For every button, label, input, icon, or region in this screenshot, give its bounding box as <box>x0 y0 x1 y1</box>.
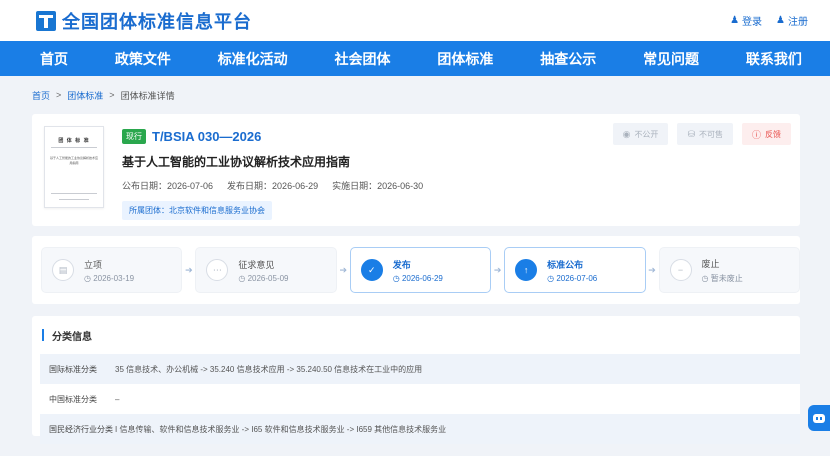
standard-code: T/BSIA 030—2026 <box>152 129 262 144</box>
release-date: 发布日期：2026-06-29 <box>227 181 319 191</box>
breadcrumb: 首页 > 团体标准 > 团体标准详情 <box>0 76 830 114</box>
row-value: I 信息传输、软件和信息技术服务业 -> I65 软件和信息技术服务业 -> I… <box>115 424 447 434</box>
breadcrumb-standards[interactable]: 团体标准 <box>67 89 103 102</box>
comment-icon: ⋯ <box>206 259 229 281</box>
step-date: ◷ 2026-06-29 <box>392 273 443 283</box>
step-name: 立项 <box>84 259 103 270</box>
user-links: ♟ 登录 ♟ 注册 <box>716 13 808 28</box>
assistant-float-button[interactable] <box>808 405 830 431</box>
nav-home[interactable]: 首页 <box>40 49 68 69</box>
step-release: ✓ 发布 ◷ 2026-06-29 <box>349 247 492 293</box>
step-date: ◷ 暂未废止 <box>701 273 743 283</box>
step-comments: ⋯ 征求意见 ◷ 2026-05-09 <box>195 247 337 293</box>
robot-icon <box>813 413 825 423</box>
arrow-right-icon: ➔ <box>185 264 193 275</box>
step-abolish: − 废止 ◷ 暂未废止 <box>658 247 800 293</box>
org-tag[interactable]: 所属团体：北京软件和信息服务业协会 <box>122 201 272 220</box>
title-accent-bar <box>42 329 44 341</box>
arrow-right-icon: ➔ <box>339 264 348 275</box>
nav-policy[interactable]: 政策文件 <box>115 49 171 69</box>
main-nav: 首页 政策文件 标准化活动 社会团体 团体标准 抽查公示 常见问题 联系我们 <box>0 41 830 76</box>
step-name: 标准公布 <box>547 259 584 270</box>
standard-info: 现行 T/BSIA 030—2026 基于人工智能的工业协议解析技术应用指南 公… <box>122 129 437 220</box>
cart-icon: ⛁ <box>687 128 695 139</box>
step-name: 征求意见 <box>238 259 275 270</box>
nav-standards[interactable]: 团体标准 <box>437 49 493 69</box>
document-thumbnail[interactable]: 团 体 标 准 基于人工智能的工业协议解析技术应用指南 <box>44 126 104 208</box>
logo-icon[interactable] <box>36 10 56 31</box>
step-date: ◷ 2026-07-06 <box>547 273 598 283</box>
not-for-sale-button[interactable]: ⛁ 不可售 <box>677 123 733 145</box>
row-label: 国民经济行业分类 <box>49 424 113 434</box>
process-card: ▤ 立项 ◷ 2026-03-19 ➔ ⋯ 征求意见 ◷ 2026-05-09 … <box>32 236 800 304</box>
doc-icon: ▤ <box>52 259 74 281</box>
status-row: 现行 T/BSIA 030—2026 <box>122 129 437 144</box>
step-date: ◷ 2026-03-19 <box>84 273 135 283</box>
upload-icon: ↑ <box>515 259 538 281</box>
arrow-right-icon: ➔ <box>493 264 502 275</box>
section-title: 分类信息 <box>32 316 800 354</box>
not-for-sale-label: 不可售 <box>698 129 723 139</box>
classification-row-industry: 国民经济行业分类 I 信息传输、软件和信息技术服务业 -> I65 软件和信息技… <box>40 414 800 444</box>
thumb-name: 基于人工智能的工业协议解析技术应用指南 <box>49 156 98 165</box>
feedback-label: 反馈 <box>765 129 781 139</box>
standard-title: 基于人工智能的工业协议解析技术应用指南 <box>122 155 351 169</box>
nav-activities[interactable]: 标准化活动 <box>218 49 288 69</box>
breadcrumb-sep: > <box>56 90 62 100</box>
standard-header-card: 团 体 标 准 基于人工智能的工业协议解析技术应用指南 现行 T/BSIA 03… <box>32 114 800 226</box>
site-title[interactable]: 全国团体标准信息平台 <box>62 8 252 34</box>
classification-row-ccs: 中国标准分类 – <box>40 384 800 414</box>
implement-date: 实施日期：2026-06-30 <box>332 181 424 191</box>
feedback-button[interactable]: ⓘ 反馈 <box>741 123 791 145</box>
nav-inspection[interactable]: 抽查公示 <box>540 49 596 69</box>
arrow-right-icon: ➔ <box>648 264 656 275</box>
header-actions: ◉ 不公开 ⛁ 不可售 ⓘ 反馈 <box>612 123 800 145</box>
thumb-line <box>51 193 97 194</box>
thumb-line <box>51 147 97 148</box>
status-badge: 现行 <box>122 129 146 144</box>
login-link[interactable]: ♟ 登录 <box>730 13 762 28</box>
step-publish: ↑ 标准公布 ◷ 2026-07-06 <box>504 247 646 293</box>
minus-icon: − <box>669 259 692 281</box>
standard-dates: 公布日期：2026-07-06 发布日期：2026-06-29 实施日期：202… <box>122 179 437 192</box>
check-icon: ✓ <box>360 259 383 281</box>
user-outline-icon: ♟ <box>730 15 740 26</box>
row-value: – <box>115 394 120 404</box>
info-icon: ⓘ <box>751 129 761 140</box>
breadcrumb-current: 团体标准详情 <box>120 90 175 101</box>
publish-date: 公布日期：2026-07-06 <box>122 181 214 191</box>
private-button[interactable]: ◉ 不公开 <box>612 123 669 145</box>
step-name: 废止 <box>701 258 720 269</box>
nav-organizations[interactable]: 社会团体 <box>335 49 391 69</box>
private-label: 不公开 <box>634 129 659 139</box>
step-date: ◷ 2026-05-09 <box>238 273 289 283</box>
login-label: 登录 <box>742 17 763 28</box>
breadcrumb-sep: > <box>109 90 115 100</box>
row-value: 35 信息技术、办公机械 -> 35.240 信息技术应用 -> 35.240.… <box>115 364 423 374</box>
register-link[interactable]: ♟ 注册 <box>776 13 808 28</box>
nav-contact[interactable]: 联系我们 <box>746 49 802 69</box>
user-filled-icon: ♟ <box>776 15 785 26</box>
classification-card: 分类信息 国际标准分类 35 信息技术、办公机械 -> 35.240 信息技术应… <box>32 316 800 444</box>
breadcrumb-home[interactable]: 首页 <box>32 89 50 102</box>
thumb-title: 团 体 标 准 <box>58 138 90 144</box>
classification-title: 分类信息 <box>52 331 92 343</box>
row-label: 国际标准分类 <box>49 364 97 374</box>
step-name: 发布 <box>392 259 411 270</box>
thumb-line <box>59 199 89 200</box>
classification-row-ics: 国际标准分类 35 信息技术、办公机械 -> 35.240 信息技术应用 -> … <box>40 354 800 384</box>
step-initiation: ▤ 立项 ◷ 2026-03-19 <box>41 247 183 293</box>
nav-faq[interactable]: 常见问题 <box>643 49 699 69</box>
register-label: 注册 <box>788 17 808 28</box>
top-bar: 全国团体标准信息平台 ♟ 登录 ♟ 注册 <box>0 0 830 41</box>
eye-icon: ◉ <box>622 128 631 139</box>
row-label: 中国标准分类 <box>49 394 97 404</box>
